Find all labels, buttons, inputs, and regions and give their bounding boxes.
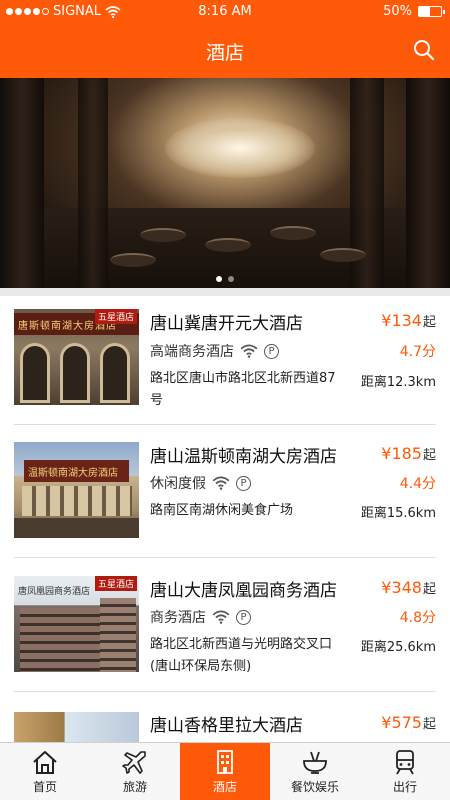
divider — [14, 424, 436, 425]
hotel-icon — [217, 750, 233, 774]
wifi-icon — [212, 476, 230, 490]
hotel-address: 路南区南湖休闲美食广场 — [150, 503, 294, 518]
bottom-tab-bar: 首页 旅游 酒店 餐饮娱乐 出行 — [0, 742, 450, 800]
hotel-score: 4.7分 — [399, 344, 436, 360]
star-badge: 五星酒店 — [94, 576, 137, 591]
price-unit: 起 — [422, 315, 436, 330]
hotel-photo: 唐斯顿南湖大房酒店 五星酒店 — [14, 309, 139, 405]
parking-icon: P — [264, 343, 279, 359]
hotel-name[interactable]: 唐山冀唐开元大酒店 — [150, 309, 303, 334]
dining-icon — [303, 751, 327, 774]
tab-home[interactable]: 首页 — [0, 743, 90, 800]
hotel-list: 唐斯顿南湖大房酒店 五星酒店 唐山冀唐开元大酒店 ¥134起 高端商务酒店 P … — [0, 296, 450, 742]
price-value: ¥185 — [381, 444, 422, 463]
hotel-category: 休闲度假 — [150, 476, 206, 492]
home-icon — [33, 751, 57, 774]
battery-percent: 50% — [383, 4, 412, 19]
hotel-photo — [14, 712, 139, 742]
hotel-name[interactable]: 唐山香格里拉大酒店 — [150, 711, 303, 736]
hotel-distance: 距离25.6km — [360, 640, 436, 655]
tab-label: 酒店 — [212, 780, 237, 794]
hotel-address: 路北区北新西道与光明路交叉口(唐山环保局东侧) — [150, 637, 333, 674]
tab-hotel[interactable]: 酒店 — [180, 743, 270, 800]
app-header: SIGNAL 8:16 AM 50% 酒店 — [0, 0, 450, 78]
price-value: ¥348 — [381, 578, 422, 597]
price-unit: 起 — [422, 448, 436, 463]
tab-dining[interactable]: 餐饮娱乐 — [270, 743, 360, 800]
tab-transport[interactable]: 出行 — [360, 743, 450, 800]
hotel-category: 高端商务酒店 — [150, 344, 234, 360]
status-bar: SIGNAL 8:16 AM 50% — [0, 0, 450, 24]
hotel-meta: 休闲度假 P — [150, 473, 251, 493]
star-badge: 五星酒店 — [94, 309, 137, 324]
tab-label: 出行 — [392, 780, 417, 794]
battery-icon — [418, 6, 445, 17]
wifi-icon — [240, 344, 258, 358]
tab-label: 餐饮娱乐 — [290, 780, 339, 794]
price-value: ¥575 — [381, 713, 422, 732]
parking-icon: P — [236, 609, 251, 625]
hotel-photo: 温斯顿南湖大房酒店 — [14, 442, 139, 538]
hotel-item[interactable]: 唐凤凰园商务酒店 五星酒店 唐山大唐凤凰园商务酒店 ¥348起 商务酒店 P 4… — [0, 564, 450, 698]
hotel-distance: 距离15.6km — [360, 506, 436, 521]
battery-level — [419, 7, 430, 16]
chandelier-image — [165, 118, 315, 178]
pager-dot[interactable] — [216, 276, 222, 282]
banner-carousel[interactable] — [0, 78, 450, 288]
section-separator — [0, 288, 450, 296]
hotel-item[interactable]: 唐斯顿南湖大房酒店 五星酒店 唐山冀唐开元大酒店 ¥134起 高端商务酒店 P … — [0, 296, 450, 430]
hotel-category: 商务酒店 — [150, 610, 206, 626]
hotel-meta: 高端商务酒店 P — [150, 341, 279, 361]
hotel-meta: 商务酒店 P — [150, 607, 251, 627]
hotel-item[interactable]: 唐山香格里拉大酒店 ¥575起 — [0, 698, 450, 742]
hotel-distance: 距离12.3km — [360, 375, 436, 390]
train-icon — [396, 750, 414, 775]
parking-icon: P — [236, 475, 251, 491]
carousel-pager — [0, 276, 450, 282]
page-title: 酒店 — [205, 42, 244, 64]
hotel-item[interactable]: 温斯顿南湖大房酒店 唐山温斯顿南湖大房酒店 ¥185起 休闲度假 P 4.4分 … — [0, 430, 450, 564]
hotel-price: ¥134起 — [381, 311, 436, 330]
hotel-price: ¥348起 — [381, 578, 436, 597]
tab-travel[interactable]: 旅游 — [90, 743, 180, 800]
hotel-score: 4.4分 — [399, 476, 436, 492]
battery-indicator: 50% — [383, 4, 445, 19]
hotel-score: 4.8分 — [399, 610, 436, 626]
hotel-price: ¥575起 — [381, 713, 436, 732]
tab-label: 首页 — [32, 780, 57, 794]
plane-icon — [122, 751, 146, 774]
hotel-sign: 唐凤凰园商务酒店 — [18, 587, 91, 597]
tab-label: 旅游 — [122, 780, 147, 794]
pager-dot[interactable] — [228, 276, 234, 282]
hotel-name[interactable]: 唐山温斯顿南湖大房酒店 — [150, 442, 337, 467]
hotel-name[interactable]: 唐山大唐凤凰园商务酒店 — [150, 576, 337, 601]
hotel-price: ¥185起 — [381, 444, 436, 463]
search-icon[interactable] — [412, 38, 436, 62]
hotel-photo: 唐凤凰园商务酒店 五星酒店 — [14, 576, 139, 672]
wifi-icon — [212, 610, 230, 624]
price-unit: 起 — [422, 582, 436, 597]
divider — [14, 557, 436, 558]
price-value: ¥134 — [381, 311, 422, 330]
hotel-address: 路北区唐山市路北区北新西道87号 — [150, 371, 336, 408]
divider — [14, 691, 436, 692]
price-unit: 起 — [422, 717, 436, 732]
hotel-sign: 温斯顿南湖大房酒店 — [28, 468, 118, 479]
